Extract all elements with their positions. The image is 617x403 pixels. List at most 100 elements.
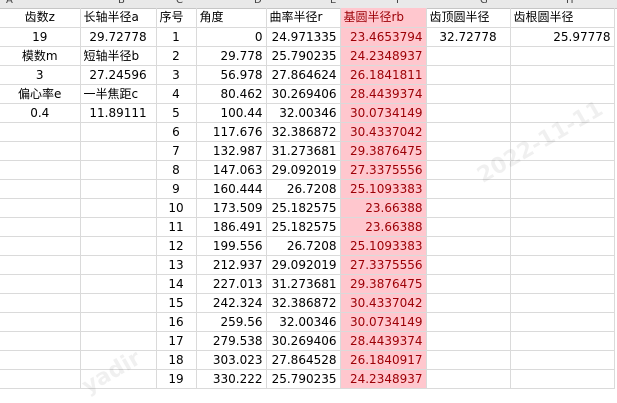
cell-r15-c5[interactable]: 31.273681 <box>266 274 341 294</box>
cell-r15-c4[interactable]: 227.013 <box>196 274 267 294</box>
cell-r5-c7[interactable] <box>426 84 511 104</box>
cell-r14-c6[interactable]: 27.3375556 <box>340 255 427 275</box>
cell-r15-c8[interactable] <box>510 274 615 294</box>
cell-r5-c8[interactable] <box>510 84 615 104</box>
cell-r9-c6[interactable]: 27.3375556 <box>340 160 427 180</box>
cell-r17-c5[interactable]: 32.00346 <box>266 312 341 332</box>
cell-r3-c7[interactable] <box>426 46 511 66</box>
cell-r13-c2[interactable] <box>80 236 157 256</box>
cell-r11-c6[interactable]: 23.66388 <box>340 198 427 218</box>
cell-r16-c3[interactable]: 15 <box>156 293 197 313</box>
cell-r1-c3[interactable]: 序号 <box>156 8 197 28</box>
cell-r8-c6[interactable]: 29.3876475 <box>340 141 427 161</box>
cell-r5-c5[interactable]: 30.269406 <box>266 84 341 104</box>
cell-r4-c1[interactable]: 3 <box>0 65 81 85</box>
cell-r11-c1[interactable] <box>0 198 81 218</box>
cell-r11-c5[interactable]: 25.182575 <box>266 198 341 218</box>
cell-r11-c7[interactable] <box>426 198 511 218</box>
cell-r19-c7[interactable] <box>426 350 511 370</box>
cell-r18-c3[interactable]: 17 <box>156 331 197 351</box>
cell-r7-c3[interactable]: 6 <box>156 122 197 142</box>
cell-r4-c2[interactable]: 27.24596 <box>80 65 157 85</box>
cell-r8-c3[interactable]: 7 <box>156 141 197 161</box>
cell-r1-c7[interactable]: 齿顶圆半径 <box>426 8 511 28</box>
cell-r13-c5[interactable]: 26.7208 <box>266 236 341 256</box>
cell-r1-c4[interactable]: 角度 <box>196 8 267 28</box>
cell-r14-c1[interactable] <box>0 255 81 275</box>
cell-r8-c5[interactable]: 31.273681 <box>266 141 341 161</box>
cell-r19-c5[interactable]: 27.864528 <box>266 350 341 370</box>
cell-r4-c8[interactable] <box>510 65 615 85</box>
cell-r13-c3[interactable]: 12 <box>156 236 197 256</box>
cell-r17-c6[interactable]: 30.0734149 <box>340 312 427 332</box>
cell-r13-c4[interactable]: 199.556 <box>196 236 267 256</box>
cell-r16-c1[interactable] <box>0 293 81 313</box>
cell-r9-c3[interactable]: 8 <box>156 160 197 180</box>
cell-r19-c6[interactable]: 26.1840917 <box>340 350 427 370</box>
cell-r12-c2[interactable] <box>80 217 157 237</box>
cell-r10-c7[interactable] <box>426 179 511 199</box>
cell-r12-c3[interactable]: 11 <box>156 217 197 237</box>
cell-r10-c5[interactable]: 26.7208 <box>266 179 341 199</box>
cell-r18-c4[interactable]: 279.538 <box>196 331 267 351</box>
cell-r16-c7[interactable] <box>426 293 511 313</box>
cell-r8-c7[interactable] <box>426 141 511 161</box>
cell-r17-c4[interactable]: 259.56 <box>196 312 267 332</box>
cell-r2-c7[interactable]: 32.72778 <box>426 27 511 47</box>
cell-r10-c4[interactable]: 160.444 <box>196 179 267 199</box>
cell-r1-c6[interactable]: 基圆半径rb <box>340 8 427 28</box>
col-letter-e[interactable]: E <box>330 0 336 6</box>
cell-r4-c7[interactable] <box>426 65 511 85</box>
cell-r6-c6[interactable]: 30.0734149 <box>340 103 427 123</box>
cell-r14-c7[interactable] <box>426 255 511 275</box>
cell-r12-c4[interactable]: 186.491 <box>196 217 267 237</box>
cell-r2-c8[interactable]: 25.97778 <box>510 27 615 47</box>
cell-r14-c3[interactable]: 13 <box>156 255 197 275</box>
cell-r3-c2[interactable]: 短轴半径b <box>80 46 157 66</box>
cell-r18-c6[interactable]: 28.4439374 <box>340 331 427 351</box>
cell-r18-c8[interactable] <box>510 331 615 351</box>
cell-r1-c2[interactable]: 长轴半径a <box>80 8 157 28</box>
cell-r6-c8[interactable] <box>510 103 615 123</box>
cell-r15-c3[interactable]: 14 <box>156 274 197 294</box>
cell-r12-c1[interactable] <box>0 217 81 237</box>
cell-r13-c8[interactable] <box>510 236 615 256</box>
cell-r8-c8[interactable] <box>510 141 615 161</box>
cell-r18-c2[interactable] <box>80 331 157 351</box>
cell-r11-c8[interactable] <box>510 198 615 218</box>
cell-r19-c4[interactable]: 303.023 <box>196 350 267 370</box>
cell-r6-c5[interactable]: 32.00346 <box>266 103 341 123</box>
cell-r4-c3[interactable]: 3 <box>156 65 197 85</box>
col-letter-b[interactable]: B <box>118 0 125 6</box>
cell-r17-c3[interactable]: 16 <box>156 312 197 332</box>
cell-r17-c7[interactable] <box>426 312 511 332</box>
cell-r12-c6[interactable]: 23.66388 <box>340 217 427 237</box>
cell-r17-c1[interactable] <box>0 312 81 332</box>
cell-r3-c1[interactable]: 模数m <box>0 46 81 66</box>
cell-r3-c6[interactable]: 24.2348937 <box>340 46 427 66</box>
cell-r10-c3[interactable]: 9 <box>156 179 197 199</box>
cell-r15-c7[interactable] <box>426 274 511 294</box>
cell-r9-c2[interactable] <box>80 160 157 180</box>
cell-r3-c3[interactable]: 2 <box>156 46 197 66</box>
cell-r9-c7[interactable] <box>426 160 511 180</box>
cell-r9-c8[interactable] <box>510 160 615 180</box>
cell-r6-c2[interactable]: 11.89111 <box>80 103 157 123</box>
cell-r13-c7[interactable] <box>426 236 511 256</box>
cell-r14-c5[interactable]: 29.092019 <box>266 255 341 275</box>
cell-r15-c6[interactable]: 29.3876475 <box>340 274 427 294</box>
cell-r5-c1[interactable]: 偏心率e <box>0 84 81 104</box>
cell-r14-c8[interactable] <box>510 255 615 275</box>
cell-r10-c6[interactable]: 25.1093383 <box>340 179 427 199</box>
cell-r1-c5[interactable]: 曲率半径r <box>266 8 341 28</box>
cell-r20-c7[interactable] <box>426 369 511 389</box>
cell-r4-c5[interactable]: 27.864624 <box>266 65 341 85</box>
cell-r2-c5[interactable]: 24.971335 <box>266 27 341 47</box>
cell-r2-c3[interactable]: 1 <box>156 27 197 47</box>
cell-r20-c5[interactable]: 25.790235 <box>266 369 341 389</box>
col-letter-d[interactable]: D <box>254 0 262 6</box>
cell-r18-c5[interactable]: 30.269406 <box>266 331 341 351</box>
cell-r6-c4[interactable]: 100.44 <box>196 103 267 123</box>
cell-r14-c2[interactable] <box>80 255 157 275</box>
cell-r20-c4[interactable]: 330.222 <box>196 369 267 389</box>
